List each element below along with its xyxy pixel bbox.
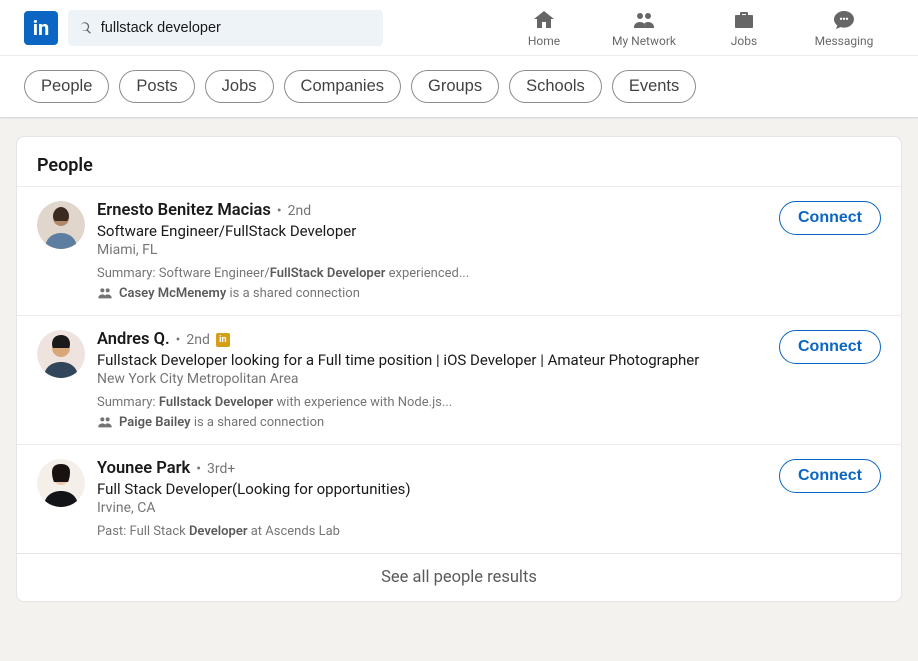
chat-icon [832,8,856,32]
person-location: New York City Metropolitan Area [97,371,779,387]
person-headline: Fullstack Developer looking for a Full t… [97,351,779,369]
global-search[interactable] [68,10,383,46]
pill-label: Companies [301,77,384,95]
bullet-separator: • [176,332,181,348]
person-name[interactable]: Ernesto Benitez Macias [97,201,271,220]
connection-degree: 2nd [186,332,210,348]
avatar[interactable] [37,201,85,249]
connect-button[interactable]: Connect [779,201,881,235]
nav-home[interactable]: Home [494,0,594,56]
primary-nav: Home My Network Jobs Messaging [494,0,894,56]
shared-connection: Paige Bailey is a shared connection [97,414,779,430]
filter-events[interactable]: Events [612,70,696,103]
person-location: Miami, FL [97,242,779,258]
home-icon [532,8,556,32]
person-body: Andres Q. • 2nd in Fullstack Developer l… [97,330,779,430]
people-results-card: People Ernesto Benitez Macias • 2nd Soft… [16,136,902,602]
filter-posts[interactable]: Posts [119,70,194,103]
person-row: Andres Q. • 2nd in Fullstack Developer l… [17,315,901,444]
pill-label: Schools [526,77,585,95]
premium-badge-icon: in [216,333,230,347]
people-icon [97,414,113,430]
network-icon [632,8,656,32]
search-input[interactable] [101,20,373,36]
search-icon [78,20,93,36]
person-summary: Summary: Fullstack Developer with experi… [97,395,779,410]
bullet-separator: • [196,461,201,477]
person-headline: Full Stack Developer(Looking for opportu… [97,480,779,498]
logo-text: in [33,16,50,40]
person-body: Ernesto Benitez Macias • 2nd Software En… [97,201,779,301]
nav-label: Jobs [731,34,757,48]
nav-my-network[interactable]: My Network [594,0,694,56]
see-all-people-link[interactable]: See all people results [17,553,901,601]
pill-label: Events [629,77,679,95]
global-header: in Home My Network Jobs Messaging [0,0,918,56]
person-name[interactable]: Younee Park [97,459,190,478]
connect-button[interactable]: Connect [779,330,881,364]
person-location: Irvine, CA [97,500,779,516]
pill-label: Posts [136,77,177,95]
filter-people[interactable]: People [24,70,109,103]
connection-degree: 2nd [288,203,312,219]
person-headline: Software Engineer/FullStack Developer [97,222,779,240]
bullet-separator: • [277,203,282,219]
filter-schools[interactable]: Schools [509,70,602,103]
nav-messaging[interactable]: Messaging [794,0,894,56]
nav-jobs[interactable]: Jobs [694,0,794,56]
avatar[interactable] [37,330,85,378]
person-past: Past: Full Stack Developer at Ascends La… [97,524,779,539]
pill-label: Groups [428,77,482,95]
search-filters: People Posts Jobs Companies Groups Schoo… [0,56,918,118]
linkedin-logo[interactable]: in [24,11,58,45]
connection-degree: 3rd+ [207,461,235,477]
filter-companies[interactable]: Companies [284,70,401,103]
filter-jobs[interactable]: Jobs [205,70,274,103]
shared-connection: Casey McMenemy is a shared connection [97,285,779,301]
people-icon [97,285,113,301]
nav-label: Messaging [815,34,874,48]
briefcase-icon [732,8,756,32]
section-title: People [17,137,901,186]
connect-button[interactable]: Connect [779,459,881,493]
person-row: Younee Park • 3rd+ Full Stack Developer(… [17,444,901,553]
nav-label: Home [528,34,560,48]
pill-label: Jobs [222,77,257,95]
nav-label: My Network [612,34,676,48]
person-body: Younee Park • 3rd+ Full Stack Developer(… [97,459,779,539]
pill-label: People [41,77,92,95]
person-name[interactable]: Andres Q. [97,330,170,349]
person-row: Ernesto Benitez Macias • 2nd Software En… [17,186,901,315]
avatar[interactable] [37,459,85,507]
filter-groups[interactable]: Groups [411,70,499,103]
person-summary: Summary: Software Engineer/FullStack Dev… [97,266,779,281]
